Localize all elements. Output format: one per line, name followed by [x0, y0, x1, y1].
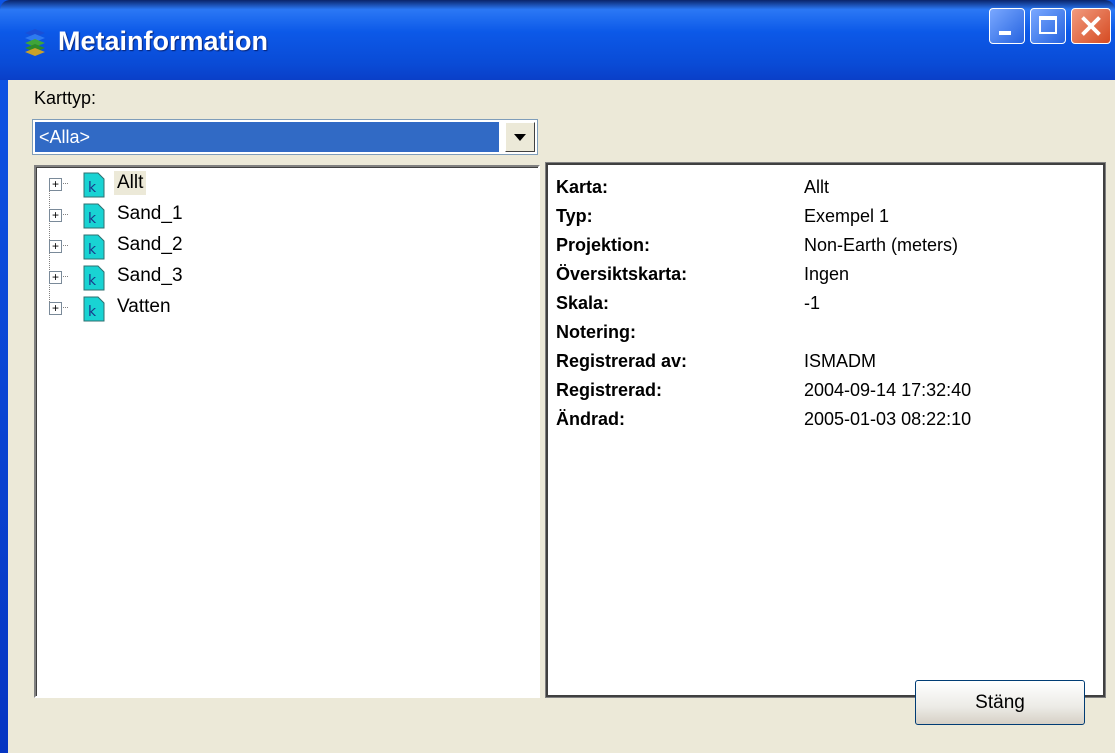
- metadata-panel: Karta: Allt Typ: Exempel 1 Projektion: N…: [546, 163, 1105, 697]
- close-icon: [1081, 16, 1101, 36]
- metainformation-window: Metainformation Karttyp: <Alla> + k Allt…: [0, 0, 1115, 753]
- svg-text:k: k: [88, 180, 97, 196]
- metadata-key: Typ:: [556, 206, 593, 226]
- metadata-value: -1: [804, 293, 821, 313]
- minimize-button[interactable]: [989, 8, 1025, 44]
- tree-item-sand-2[interactable]: + k Sand_2: [42, 231, 342, 261]
- metadata-value: ISMADM: [804, 351, 876, 371]
- tree-item-sand-1[interactable]: + k Sand_1: [42, 200, 342, 230]
- metadata-key: Registrerad av:: [556, 351, 688, 371]
- karttyp-label: Karttyp:: [34, 88, 97, 108]
- karttyp-dropdown[interactable]: <Alla>: [32, 119, 538, 155]
- metadata-row-typ: Typ: Exempel 1: [556, 206, 1096, 236]
- metadata-row-skala: Skala: -1: [556, 293, 1096, 323]
- metadata-value: Allt: [804, 177, 830, 197]
- metadata-value: Ingen: [804, 264, 850, 284]
- map-document-icon: k: [83, 203, 105, 229]
- dialog-body: Karttyp: <Alla> + k Allt + k Sand_1 + k …: [8, 80, 1115, 753]
- map-tree[interactable]: + k Allt + k Sand_1 + k Sand_2 + k Sand_…: [34, 165, 540, 698]
- plus-box-icon[interactable]: +: [49, 302, 62, 315]
- minimize-icon: [999, 31, 1011, 35]
- tree-item-sand-3[interactable]: + k Sand_3: [42, 262, 342, 292]
- metadata-key: Registrerad:: [556, 380, 663, 400]
- layers-icon: [25, 29, 45, 56]
- metadata-row-projektion: Projektion: Non-Earth (meters): [556, 235, 1096, 265]
- tree-item-label: Allt: [114, 171, 147, 195]
- metadata-value: 2004-09-14 17:32:40: [804, 380, 972, 400]
- metadata-value: 2005-01-03 08:22:10: [804, 409, 972, 429]
- tree-item-label: Sand_3: [117, 265, 183, 286]
- plus-box-icon[interactable]: +: [49, 240, 62, 253]
- metadata-row-registrerad: Registrerad: 2004-09-14 17:32:40: [556, 380, 1096, 410]
- plus-box-icon[interactable]: +: [49, 178, 62, 191]
- metadata-key: Skala:: [556, 293, 610, 313]
- map-document-icon: k: [83, 172, 105, 198]
- plus-box-icon[interactable]: +: [49, 209, 62, 222]
- plus-box-icon[interactable]: +: [49, 271, 62, 284]
- close-button[interactable]: Stäng: [915, 680, 1085, 725]
- map-document-icon: k: [83, 265, 105, 291]
- metadata-row-karta: Karta: Allt: [556, 177, 1096, 207]
- maximize-button[interactable]: [1030, 8, 1066, 44]
- dropdown-button[interactable]: [505, 122, 535, 152]
- metadata-key: Översiktskarta:: [556, 264, 688, 284]
- maximize-icon: [1039, 16, 1057, 34]
- metadata-value: Exempel 1: [804, 206, 890, 226]
- map-document-icon: k: [83, 296, 105, 322]
- close-window-button[interactable]: [1071, 8, 1111, 44]
- tree-item-allt[interactable]: + k Allt: [42, 169, 342, 199]
- metadata-row-oversiktskarta: Översiktskarta: Ingen: [556, 264, 1096, 294]
- metadata-key: Projektion:: [556, 235, 651, 255]
- metadata-value: Non-Earth (meters): [804, 235, 959, 255]
- title-bar[interactable]: Metainformation: [0, 0, 1115, 80]
- tree-item-label: Sand_2: [117, 234, 183, 255]
- metadata-row-notering: Notering:: [556, 322, 1096, 352]
- karttyp-selected-value[interactable]: <Alla>: [35, 122, 499, 152]
- svg-text:k: k: [88, 304, 97, 320]
- tree-item-label: Sand_1: [117, 203, 183, 224]
- svg-text:k: k: [88, 242, 97, 258]
- metadata-key: Notering:: [556, 322, 636, 342]
- metadata-key: Karta:: [556, 177, 609, 197]
- metadata-row-andrad: Ändrad: 2005-01-03 08:22:10: [556, 409, 1096, 439]
- svg-text:k: k: [88, 273, 97, 289]
- window-title: Metainformation: [58, 26, 269, 56]
- map-document-icon: k: [83, 234, 105, 260]
- chevron-down-icon: [514, 134, 526, 141]
- metadata-row-registrerad-av: Registrerad av: ISMADM: [556, 351, 1096, 381]
- svg-text:k: k: [88, 211, 97, 227]
- tree-item-vatten[interactable]: + k Vatten: [42, 293, 342, 323]
- metadata-key: Ändrad:: [556, 409, 625, 429]
- tree-item-label: Vatten: [117, 296, 171, 317]
